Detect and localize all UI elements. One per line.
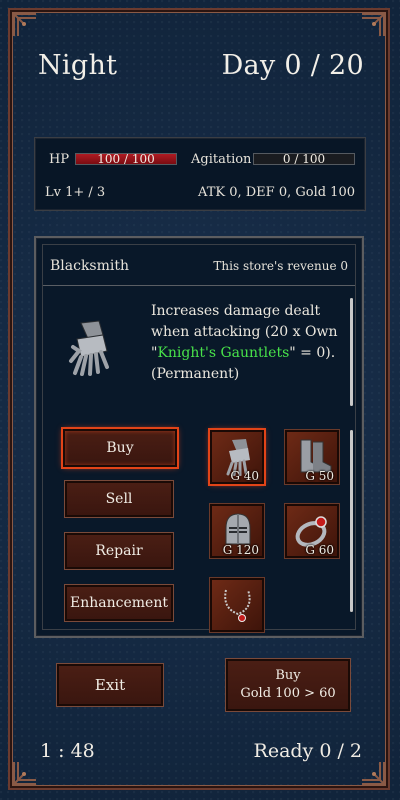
ready-counter: Ready 0 / 2 <box>253 740 362 762</box>
shop-item-boots[interactable]: G 50 <box>284 429 340 485</box>
divider <box>43 285 355 286</box>
day-counter: Day 0 / 20 <box>221 50 364 81</box>
exit-button[interactable]: Exit <box>56 663 164 707</box>
item-description: Increases damage dealt when attacking (2… <box>151 301 347 385</box>
necklace-icon <box>224 589 251 622</box>
item-price: G 40 <box>230 469 259 483</box>
store-panel: Blacksmith This store's revenue 0 Increa… <box>34 236 364 638</box>
frame-corner-ornament <box>360 12 386 38</box>
agitation-value: 0 / 100 <box>282 152 326 166</box>
enhancement-button[interactable]: Enhancement <box>64 584 174 622</box>
shop-item-necklace[interactable] <box>209 577 265 633</box>
store-title: Blacksmith <box>50 258 130 274</box>
hp-label: HP <box>49 152 70 167</box>
exit-label: Exit <box>94 676 126 694</box>
shop-item-gauntlet[interactable]: G 40 <box>208 428 266 486</box>
frame-corner-ornament <box>12 12 38 38</box>
timer: 1 : 48 <box>40 740 95 762</box>
shop-item-ring[interactable]: G 60 <box>284 503 340 559</box>
status-panel: HP 100 / 100 Agitation 0 / 100 Lv 1+ / 3… <box>34 137 366 211</box>
agitation-label: Agitation <box>191 152 252 167</box>
stats-text: ATK 0, DEF 0, Gold 100 <box>198 185 355 200</box>
hp-bar: 100 / 100 <box>75 152 177 166</box>
store-inner-frame: Blacksmith This store's revenue 0 Increa… <box>42 244 356 633</box>
item-preview-icon <box>59 317 119 377</box>
item-price: G 60 <box>305 543 334 557</box>
level-text: Lv 1+ / 3 <box>45 185 106 200</box>
enhancement-label: Enhancement <box>70 595 168 611</box>
game-screen: Night Day 0 / 20 HP 100 / 100 Agitation … <box>0 0 400 800</box>
item-price: G 120 <box>222 543 259 557</box>
sell-label: Sell <box>105 491 133 507</box>
description-item-name: Knight's Gauntlets <box>157 345 290 361</box>
buy-tab-button[interactable]: Buy <box>61 427 179 469</box>
frame-corner-ornament <box>12 760 38 786</box>
store-revenue: This store's revenue 0 <box>213 259 348 273</box>
hp-value: 100 / 100 <box>97 152 155 166</box>
item-price: G 50 <box>305 469 334 483</box>
gauntlet-icon <box>69 320 109 376</box>
shop-item-helmet[interactable]: G 120 <box>209 503 265 559</box>
description-scrollbar[interactable] <box>350 298 353 406</box>
agitation-bar: 0 / 100 <box>253 152 355 166</box>
buy-tab-label: Buy <box>106 440 134 456</box>
sell-button[interactable]: Sell <box>64 480 174 518</box>
items-scrollbar[interactable] <box>350 430 353 612</box>
phase-label: Night <box>38 50 118 81</box>
repair-button[interactable]: Repair <box>64 532 174 570</box>
buy-confirm-detail: Gold 100 > 60 <box>240 686 336 701</box>
buy-confirm-label: Buy <box>275 668 301 683</box>
frame-corner-ornament <box>360 760 386 786</box>
repair-label: Repair <box>95 543 143 559</box>
buy-confirm-button[interactable]: Buy Gold 100 > 60 <box>225 658 351 712</box>
